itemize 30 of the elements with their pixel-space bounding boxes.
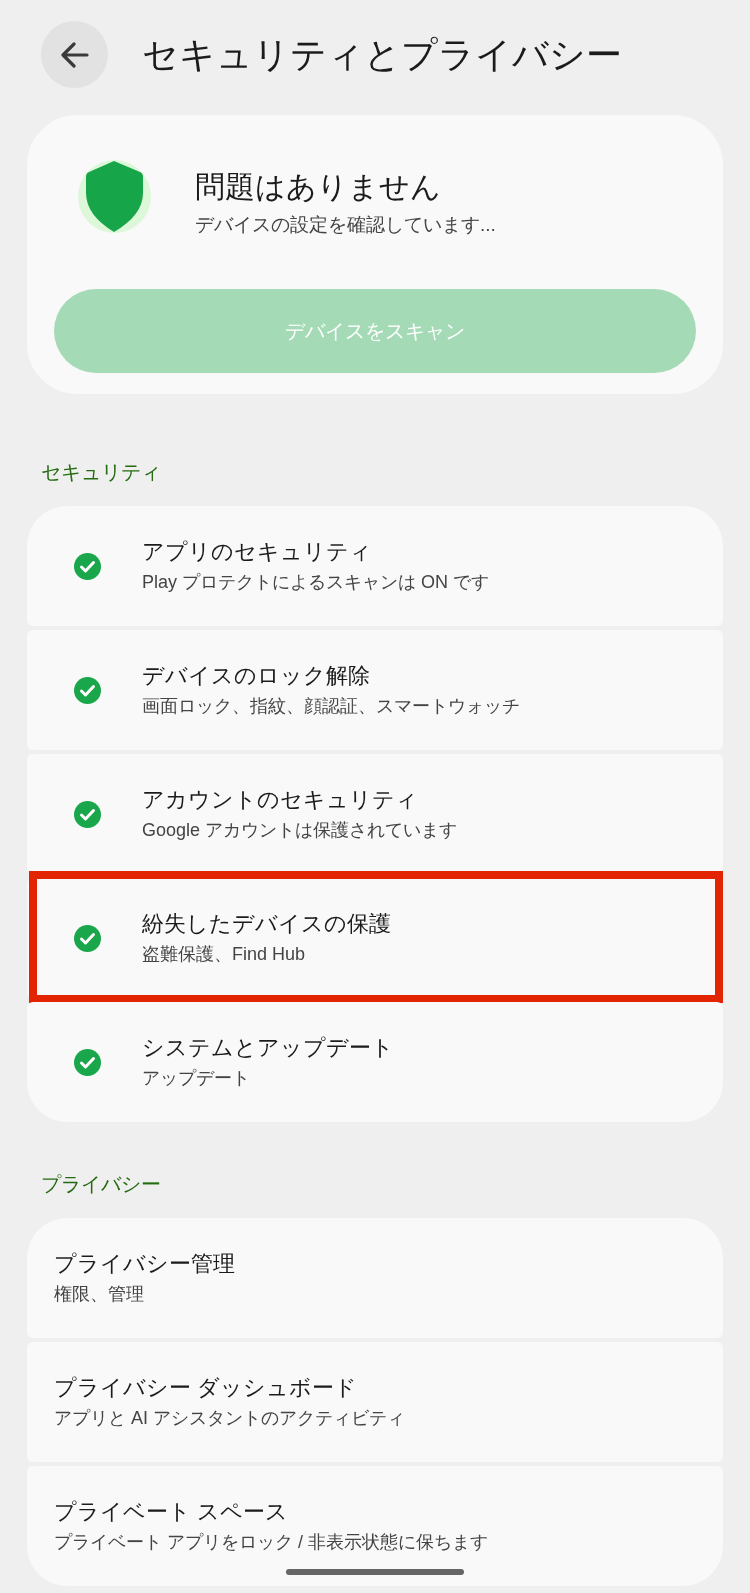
item-title: プライベート スペース — [54, 1498, 290, 1526]
settings-item[interactable]: デバイスのロック解除 画面ロック、指紋、顔認証、スマートウォッチ — [27, 630, 723, 750]
item-subtitle: 権限、管理 — [54, 1283, 145, 1306]
settings-item[interactable]: プライバシー ダッシュボード アプリと AI アシスタントのアクティビティ — [27, 1342, 723, 1462]
item-subtitle: アップデート — [142, 1067, 251, 1090]
item-subtitle: アプリと AI アシスタントのアクティビティ — [54, 1407, 405, 1430]
item-subtitle: プライベート アプリをロック / 非表示状態に保ちます — [54, 1531, 488, 1554]
item-title: アプリのセキュリティ — [142, 538, 373, 566]
page-title: セキュリティとプライバシー — [142, 32, 622, 77]
item-title: 紛失したデバイスの保護 — [142, 910, 391, 938]
settings-item[interactable]: プライバシー管理 権限、管理 — [27, 1218, 723, 1338]
item-title: デバイスのロック解除 — [142, 662, 371, 690]
item-title: プライバシー管理 — [54, 1250, 235, 1278]
section-heading: セキュリティ — [41, 460, 162, 485]
settings-item[interactable]: アカウントのセキュリティ Google アカウントは保護されています — [27, 754, 723, 874]
settings-item[interactable]: システムとアップデート アップデート — [27, 1002, 723, 1122]
item-subtitle: Google アカウントは保護されています — [142, 819, 458, 842]
status-subtitle: デバイスの設定を確認しています... — [195, 213, 496, 237]
item-title: システムとアップデート — [142, 1034, 394, 1062]
item-subtitle: 盗難保護、Find Hub — [142, 943, 307, 966]
status-title: 問題はありません — [195, 169, 442, 205]
item-subtitle: 画面ロック、指紋、顔認証、スマートウォッチ — [142, 695, 520, 718]
shield-icon — [78, 160, 151, 233]
arrow-left-icon — [60, 41, 89, 68]
settings-item[interactable]: アプリのセキュリティ Play プロテクトによるスキャンは ON です — [27, 506, 723, 626]
section-heading: プライバシー — [41, 1172, 162, 1197]
settings-item[interactable]: プライベート スペース プライベート アプリをロック / 非表示状態に保ちます — [27, 1466, 723, 1586]
item-title: アカウントのセキュリティ — [142, 786, 419, 814]
item-title: プライバシー ダッシュボード — [54, 1374, 359, 1402]
item-subtitle: Play プロテクトによるスキャンは ON です — [142, 571, 490, 594]
